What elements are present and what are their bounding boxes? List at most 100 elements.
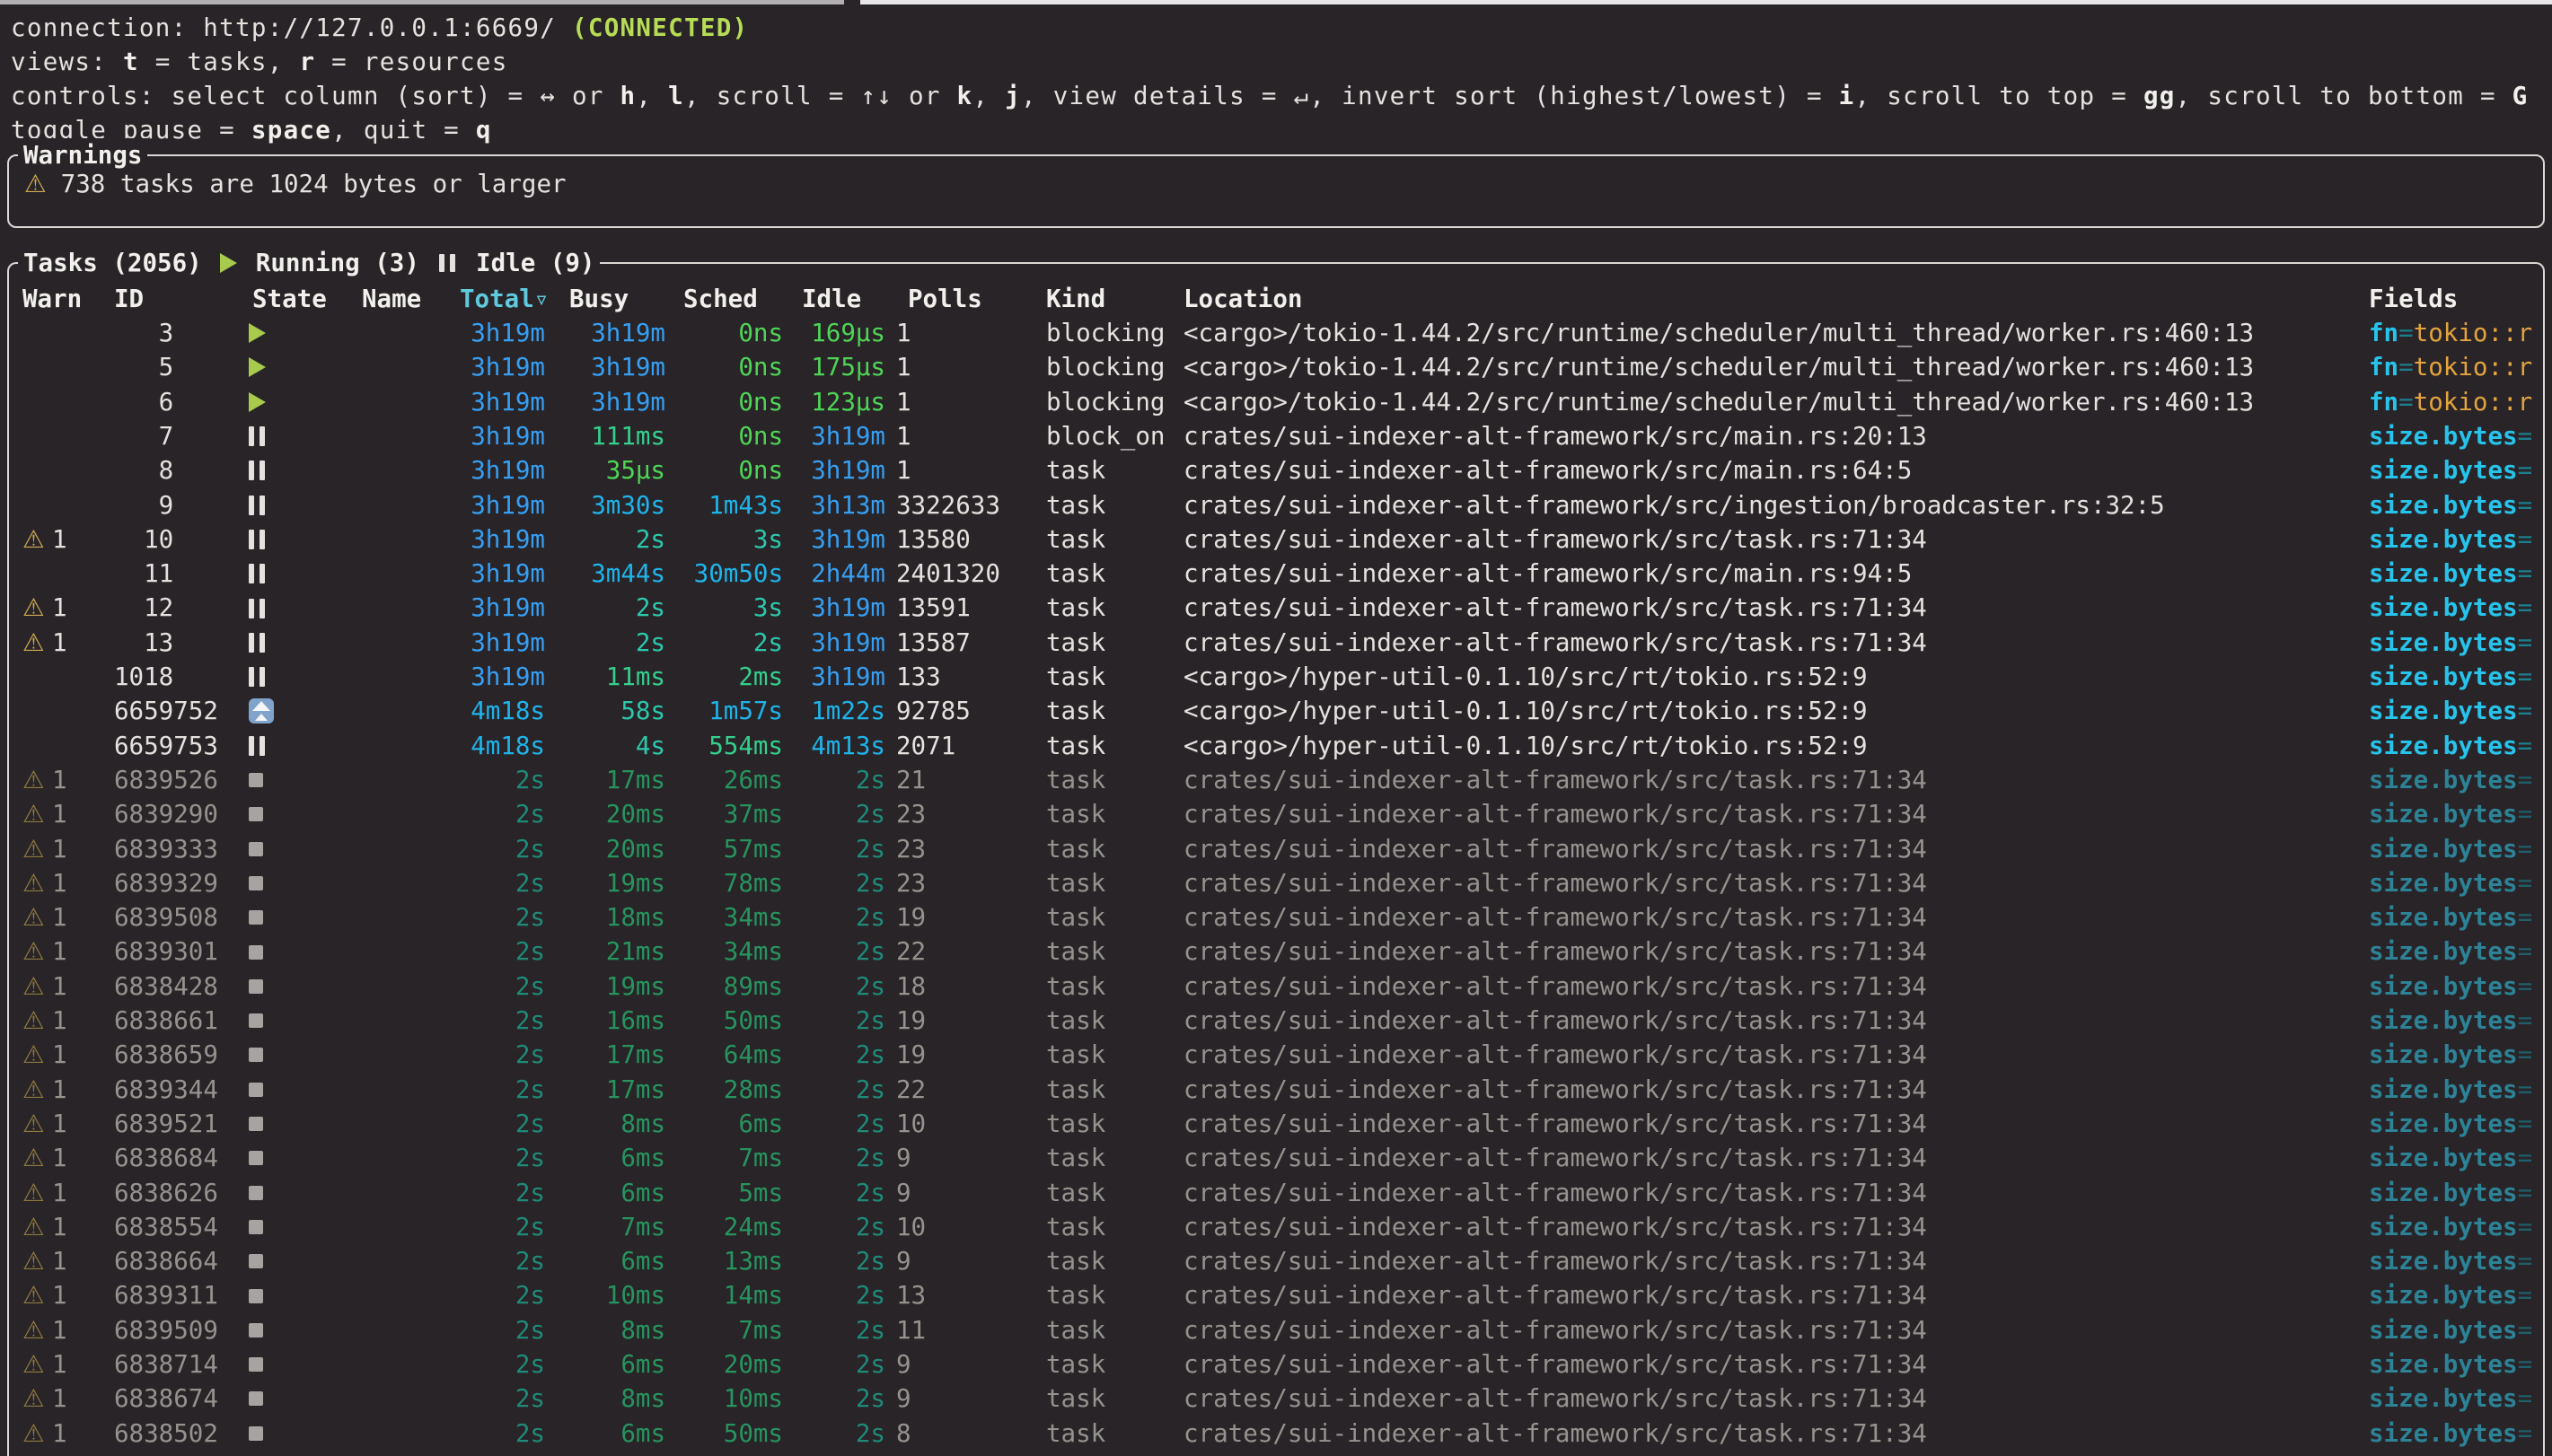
total-duration: 2s (438, 763, 545, 797)
warning-icon: ⚠ (22, 1381, 45, 1416)
task-row[interactable]: 113h19m3m44s30m50s2h44m2401320taskcrates… (0, 557, 2552, 591)
task-row[interactable]: ⚠168386592s17ms64ms2s19taskcrates/sui-in… (0, 1038, 2552, 1072)
task-row[interactable]: ⚠168392902s20ms37ms2s23taskcrates/sui-in… (0, 797, 2552, 831)
task-row[interactable]: ⚠168386742s8ms10ms2s9taskcrates/sui-inde… (0, 1381, 2552, 1416)
warning-icon: ⚠ (22, 522, 45, 557)
field-key: size.bytes (2369, 1006, 2518, 1035)
idle-duration: 2s (787, 1313, 885, 1347)
task-row[interactable]: 83h19m35µs0ns3h19m1taskcrates/sui-indexe… (0, 453, 2552, 487)
field-equals: = (2518, 1316, 2533, 1345)
warn-count: 1 (52, 1210, 67, 1244)
task-row[interactable]: ⚠168395092s8ms7ms2s11taskcrates/sui-inde… (0, 1313, 2552, 1347)
column-header-idle[interactable]: Idle (802, 282, 861, 316)
task-row[interactable]: 66597534m18s4s554ms4m13s2071task<cargo>/… (0, 729, 2552, 763)
column-header-fields[interactable]: Fields (2369, 282, 2458, 316)
column-header-name[interactable]: Name (362, 282, 421, 316)
field-equals: = (2518, 1350, 2533, 1379)
warning-triangle-icon: ⚠ (22, 1350, 45, 1379)
task-row[interactable]: ⚠168385542s7ms24ms2s10taskcrates/sui-ind… (0, 1210, 2552, 1244)
warn-count: 1 (52, 626, 67, 660)
task-row[interactable]: ⚠168395212s8ms6ms2s10taskcrates/sui-inde… (0, 1107, 2552, 1141)
help-text-segment: = tasks, (139, 48, 300, 76)
state-idle-icon (249, 599, 265, 618)
task-row[interactable]: ⚠168385022s6ms50ms2s8taskcrates/sui-inde… (0, 1417, 2552, 1451)
warning-triangle-icon: ⚠ (22, 800, 45, 829)
field-equals: = (2518, 869, 2533, 898)
connection-status-badge: (CONNECTED) (572, 13, 748, 42)
help-text-segment: , scroll to top = (1855, 82, 2143, 110)
field-equals: = (2518, 1075, 2533, 1104)
field-key: size.bytes (2369, 937, 2518, 966)
task-state (249, 626, 265, 660)
help-text-segment: , scroll = ↑↓ or (684, 82, 957, 110)
task-location: crates/sui-indexer-alt-framework/src/tas… (1184, 1141, 1927, 1175)
task-row[interactable]: ⚠168386262s6ms5ms2s9taskcrates/sui-index… (0, 1176, 2552, 1210)
column-header-location[interactable]: Location (1184, 282, 1302, 316)
task-row[interactable]: ⚠168387142s6ms20ms2s9taskcrates/sui-inde… (0, 1347, 2552, 1381)
task-row[interactable]: 93h19m3m30s1m43s3h13m3322633taskcrates/s… (0, 488, 2552, 522)
task-row[interactable]: ⚠168395262s17ms26ms2s21taskcrates/sui-in… (0, 763, 2552, 797)
total-duration: 2s (438, 1141, 545, 1175)
column-header-state[interactable]: State (252, 282, 327, 316)
warn-count: 1 (52, 832, 67, 866)
column-header-sched[interactable]: Sched (683, 282, 758, 316)
total-duration: 3h19m (438, 591, 545, 625)
task-row[interactable]: ⚠168395082s18ms34ms2s19taskcrates/sui-in… (0, 900, 2552, 934)
warn-count: 1 (52, 1004, 67, 1038)
field-equals: = (2518, 1213, 2533, 1241)
task-row[interactable]: 66597524m18s58s1m57s1m22s92785task<cargo… (0, 694, 2552, 728)
task-state (249, 1210, 263, 1244)
task-state (249, 1244, 263, 1278)
field-key: size.bytes (2369, 1316, 2518, 1345)
task-row[interactable]: ⚠1 103h19m2s3s3h19m13580taskcrates/sui-i… (0, 522, 2552, 557)
idle-duration: 2s (787, 1141, 885, 1175)
column-header-kind[interactable]: Kind (1046, 282, 1105, 316)
task-row[interactable]: ⚠1 133h19m2s2s3h19m13587taskcrates/sui-i… (0, 626, 2552, 660)
controls-help-line: controls: select column (sort) = ↔ or h,… (11, 79, 2529, 113)
task-row[interactable]: ⚠168393442s17ms28ms2s22taskcrates/sui-in… (0, 1073, 2552, 1107)
task-row[interactable]: ⚠168384282s19ms89ms2s18taskcrates/sui-in… (0, 969, 2552, 1004)
task-id: 6839509 (114, 1313, 218, 1347)
column-header-busy[interactable]: Busy (569, 282, 629, 316)
task-row[interactable]: ⚠168393112s10ms14ms2s13taskcrates/sui-in… (0, 1278, 2552, 1312)
total-duration: 2s (438, 1107, 545, 1141)
sched-duration: 2s (668, 626, 783, 660)
task-fields: size.bytes= (2369, 1004, 2532, 1038)
task-kind: task (1046, 969, 1105, 1004)
task-row[interactable]: ⚠168386842s6ms7ms2s9taskcrates/sui-index… (0, 1141, 2552, 1175)
field-equals: = (2518, 456, 2533, 485)
task-row[interactable]: ⚠168386612s16ms50ms2s19taskcrates/sui-in… (0, 1004, 2552, 1038)
idle-duration: 3h19m (787, 453, 885, 487)
task-kind: task (1046, 934, 1105, 969)
column-header-total-sorted[interactable]: Total▿ (460, 282, 549, 316)
field-key: size.bytes (2369, 491, 2518, 520)
task-id: 6838684 (114, 1141, 218, 1175)
column-header-polls[interactable]: Polls (908, 282, 982, 316)
state-running-icon (249, 323, 266, 343)
task-row[interactable]: 73h19m111ms0ns3h19m1block_oncrates/sui-i… (0, 419, 2552, 453)
state-completed-icon (249, 910, 263, 925)
task-row[interactable]: 10183h19m11ms2ms3h19m133task<cargo>/hype… (0, 660, 2552, 694)
field-equals: = (2518, 593, 2533, 622)
task-row[interactable]: ⚠1 123h19m2s3s3h19m13591taskcrates/sui-i… (0, 591, 2552, 625)
column-header-warn[interactable]: Warn (22, 282, 82, 316)
task-row[interactable]: ⚠168393332s20ms57ms2s23taskcrates/sui-in… (0, 832, 2552, 866)
task-row[interactable]: ⚠168386642s6ms13ms2s9taskcrates/sui-inde… (0, 1244, 2552, 1278)
task-row[interactable]: 63h19m3h19m0ns123µs1blocking<cargo>/toki… (0, 385, 2552, 419)
sched-duration: 64ms (668, 1038, 783, 1072)
task-location: crates/sui-indexer-alt-framework/src/tas… (1184, 1038, 1927, 1072)
state-running-icon (249, 392, 266, 412)
keyboard-shortcut-key: r (299, 48, 315, 76)
poll-count: 11 (896, 1313, 926, 1347)
task-id: 6839344 (114, 1073, 218, 1107)
state-idle-icon (249, 460, 265, 480)
field-key: fn (2369, 388, 2398, 417)
field-equals: = (2518, 766, 2533, 794)
column-header-id[interactable]: ID (114, 282, 144, 316)
task-row[interactable]: 53h19m3h19m0ns175µs1blocking<cargo>/toki… (0, 350, 2552, 384)
task-row[interactable]: ⚠168393012s21ms34ms2s22taskcrates/sui-in… (0, 934, 2552, 969)
task-row[interactable]: 33h19m3h19m0ns169µs1blocking<cargo>/toki… (0, 316, 2552, 350)
task-row[interactable]: ⚠168393292s19ms78ms2s23taskcrates/sui-in… (0, 866, 2552, 900)
busy-duration: 2s (548, 522, 665, 557)
warning-triangle-icon: ⚠ (22, 1179, 45, 1207)
